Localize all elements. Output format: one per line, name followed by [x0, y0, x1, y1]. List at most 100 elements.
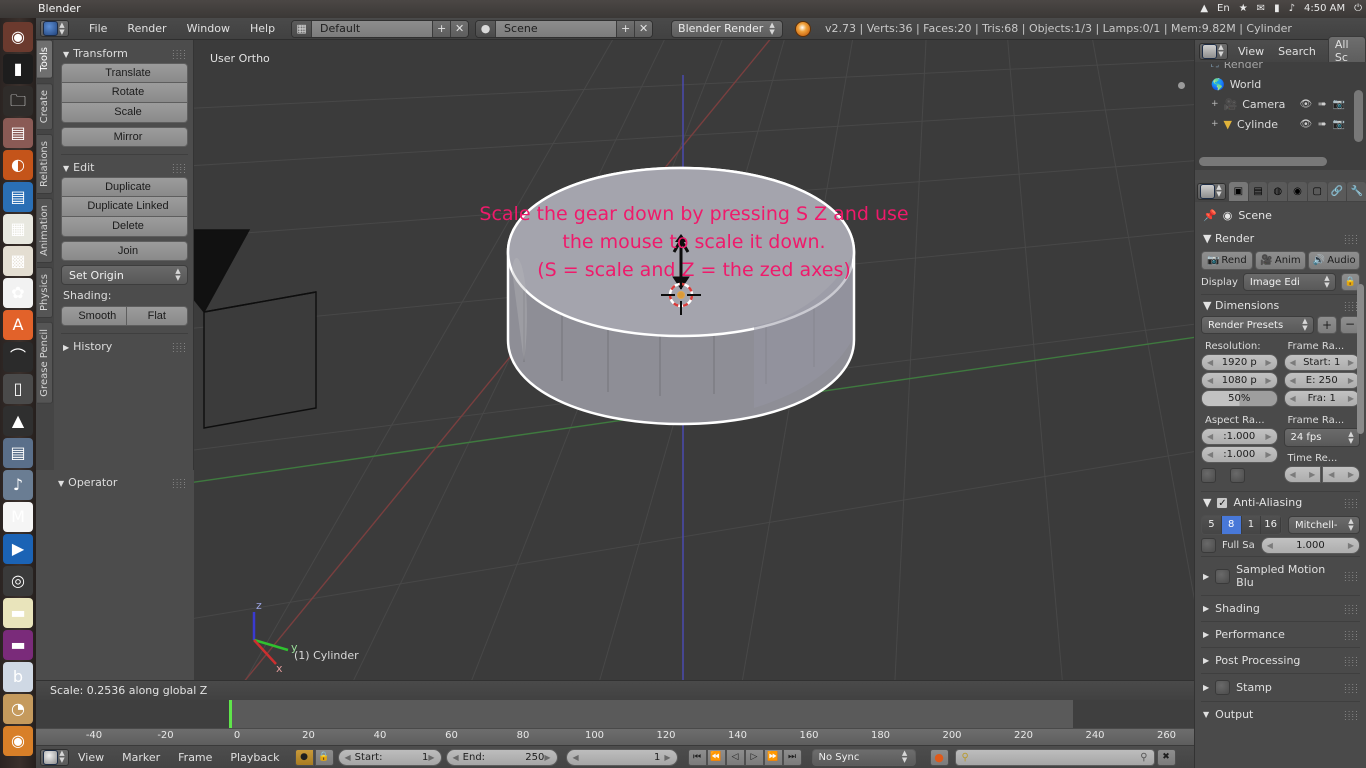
- outliner-editor-type-selector[interactable]: ▲ ▼: [1199, 42, 1228, 60]
- frame-rate-selector[interactable]: 24 fps ▲ ▼: [1283, 428, 1360, 447]
- keying-set-field[interactable]: ⚲ ⚲: [954, 748, 1155, 766]
- transport-button-5[interactable]: ⏭: [782, 748, 802, 766]
- arrow-left-icon[interactable]: ◀: [1328, 470, 1334, 479]
- resolution-percentage-field[interactable]: 50%: [1201, 390, 1278, 407]
- mirror-button[interactable]: Mirror: [61, 127, 188, 147]
- aa-sample-5[interactable]: 5: [1202, 516, 1222, 534]
- delete-key-icon[interactable]: ✖: [1156, 748, 1176, 766]
- panel-header-shading[interactable]: ▶ Shading::::::::: [1201, 595, 1360, 621]
- terminal-icon[interactable]: ▮: [3, 54, 33, 84]
- tab-world[interactable]: ◉: [1288, 181, 1307, 201]
- antialiasing-checkbox[interactable]: ✓: [1216, 496, 1229, 509]
- render-engine-selector[interactable]: Blender Render ▲ ▼: [671, 19, 784, 38]
- outliner-row-render[interactable]: ⛶ Render: [1195, 62, 1366, 74]
- add-preset-button[interactable]: +: [1317, 316, 1337, 334]
- screen-layout-selector[interactable]: ▦ Default + ✕: [291, 19, 470, 38]
- panel-header-history[interactable]: ▶ History ::::::::: [61, 337, 188, 356]
- tool-tab-grease-pencil[interactable]: Grease Pencil: [37, 321, 53, 404]
- display-mode-selector[interactable]: Image Edi ▲ ▼: [1242, 273, 1336, 291]
- shade-smooth-button[interactable]: Smooth: [61, 306, 127, 326]
- eye-icon[interactable]: 👁: [1299, 99, 1312, 110]
- filter-size-field[interactable]: ◀ 1.000 ▶: [1260, 537, 1360, 554]
- camera-render-icon[interactable]: 📷: [1333, 99, 1345, 110]
- outliner-vertical-scrollbar[interactable]: [1354, 90, 1363, 142]
- media-player-icon[interactable]: ▶: [3, 534, 33, 564]
- delete-scene-button[interactable]: ✕: [634, 20, 653, 37]
- resolution-x-field[interactable]: ◀ 1920 p ▶: [1201, 354, 1278, 371]
- frame-start-field[interactable]: ◀ Start: 1 ▶: [337, 748, 442, 766]
- bluetooth-icon[interactable]: ★: [1239, 0, 1248, 18]
- cursor-icon[interactable]: ➠: [1318, 99, 1326, 110]
- aa-sample-1[interactable]: 1: [1241, 516, 1262, 534]
- add-screen-layout-button[interactable]: +: [432, 20, 451, 37]
- timeline-ruler[interactable]: -40 -20 0 20 40 60 80 100 120 140 160 180 200 220 240 2…: [36, 728, 1248, 745]
- outliner-menu-view[interactable]: View: [1230, 45, 1272, 58]
- delete-screen-layout-button[interactable]: ✕: [450, 20, 469, 37]
- camera-render-icon[interactable]: 📷: [1333, 119, 1345, 130]
- transport-button-0[interactable]: ⏮: [687, 748, 707, 766]
- record-icon[interactable]: ●: [929, 748, 949, 766]
- frame-end-field[interactable]: ◀ E: 250 ▶: [1283, 372, 1360, 389]
- editor-type-selector[interactable]: ▲ ▼: [40, 20, 69, 37]
- arrow-right-icon[interactable]: ▶: [1309, 470, 1315, 479]
- outliner-row-world[interactable]: 🌎 World: [1195, 74, 1366, 94]
- arrow-right-icon[interactable]: ▶: [1348, 470, 1354, 479]
- outliner-row-cylinder[interactable]: + ▼ Cylinde 👁 ➠ 📷: [1195, 114, 1366, 134]
- tab-modifiers[interactable]: 🔧: [1347, 181, 1366, 201]
- section-toggle[interactable]: [1215, 680, 1231, 695]
- transport-button-4[interactable]: ⏩: [763, 748, 783, 766]
- panel-header-post-processing[interactable]: ▶ Post Processing::::::::: [1201, 647, 1360, 673]
- timeline-menu-frame[interactable]: Frame: [169, 751, 221, 764]
- rhino-icon[interactable]: ▬: [3, 598, 33, 628]
- outliner-menu-search[interactable]: Search: [1274, 45, 1320, 58]
- wifi-icon[interactable]: ▲: [1200, 0, 1208, 18]
- clock[interactable]: 4:50 AM: [1304, 0, 1345, 18]
- delete-button[interactable]: Delete: [61, 217, 188, 237]
- auto-keyframe-icon[interactable]: ●: [294, 748, 314, 766]
- menu-window[interactable]: Window: [177, 20, 240, 37]
- mail-icon[interactable]: ✉: [1257, 0, 1265, 18]
- properties-scrollbar[interactable]: [1357, 284, 1364, 434]
- scene-selector[interactable]: ● Scene + ✕: [475, 19, 654, 38]
- render-animation-button[interactable]: 🎥 Anim: [1254, 251, 1307, 270]
- aa-sample-16[interactable]: 16: [1261, 516, 1281, 534]
- files-icon[interactable]: 🗀: [3, 86, 33, 116]
- tool-tab-create[interactable]: Create: [37, 82, 53, 130]
- render-image-button[interactable]: 📷 Rend: [1201, 251, 1253, 270]
- section-toggle[interactable]: [1215, 568, 1231, 584]
- archive-icon[interactable]: ▤: [3, 438, 33, 468]
- outliner-row-camera[interactable]: + 🎥 Camera 👁 ➠ 📷: [1195, 94, 1366, 114]
- render-audio-button[interactable]: 🔊 Audio: [1308, 251, 1361, 270]
- keyboard-layout-indicator[interactable]: En: [1217, 0, 1230, 18]
- libreoffice-calc-icon[interactable]: ▦: [3, 214, 33, 244]
- libreoffice-writer-icon[interactable]: ▤: [3, 182, 33, 212]
- system-settings-icon[interactable]: ✿: [3, 278, 33, 308]
- panel-header-operator[interactable]: ▼ Operator ::::::::: [36, 470, 194, 493]
- transport-button-3[interactable]: ▷: [744, 748, 764, 766]
- tool-tab-physics[interactable]: Physics: [37, 266, 53, 318]
- libreoffice-impress-icon[interactable]: ▩: [3, 246, 33, 276]
- tool-tab-relations[interactable]: Relations: [37, 133, 53, 194]
- crop-toggle[interactable]: [1230, 468, 1245, 483]
- expand-icon[interactable]: +: [1211, 119, 1219, 129]
- resolution-y-field[interactable]: ◀ 1080 p ▶: [1201, 372, 1278, 389]
- panel-header-sampled-motion-blu[interactable]: ▶ Sampled Motion Blu::::::::: [1201, 556, 1360, 595]
- gimp-icon[interactable]: ◔: [3, 694, 33, 724]
- tool-tab-animation[interactable]: Animation: [37, 197, 53, 263]
- expand-icon[interactable]: +: [1211, 99, 1219, 109]
- timeline-menu-marker[interactable]: Marker: [113, 751, 169, 764]
- panel-header-stamp[interactable]: ▶ Stamp::::::::: [1201, 673, 1360, 701]
- 3d-viewport[interactable]: z y x User Ortho (1) Cylinder Scale the …: [194, 40, 1194, 680]
- music-icon[interactable]: ♪: [3, 470, 33, 500]
- border-toggle[interactable]: [1201, 468, 1216, 483]
- new-key-icon[interactable]: ⚲: [1140, 752, 1147, 763]
- vlc-icon[interactable]: ▲: [3, 406, 33, 436]
- rotate-button[interactable]: Rotate: [61, 83, 188, 103]
- screen-layout-value[interactable]: Default: [312, 20, 433, 37]
- join-button[interactable]: Join: [61, 241, 188, 261]
- timeline-playhead[interactable]: [229, 700, 232, 728]
- tab-object[interactable]: ▢: [1307, 181, 1327, 201]
- timeline-menu-view[interactable]: View: [69, 751, 113, 764]
- panel-header-performance[interactable]: ▶ Performance::::::::: [1201, 621, 1360, 647]
- disc-icon[interactable]: ◎: [3, 566, 33, 596]
